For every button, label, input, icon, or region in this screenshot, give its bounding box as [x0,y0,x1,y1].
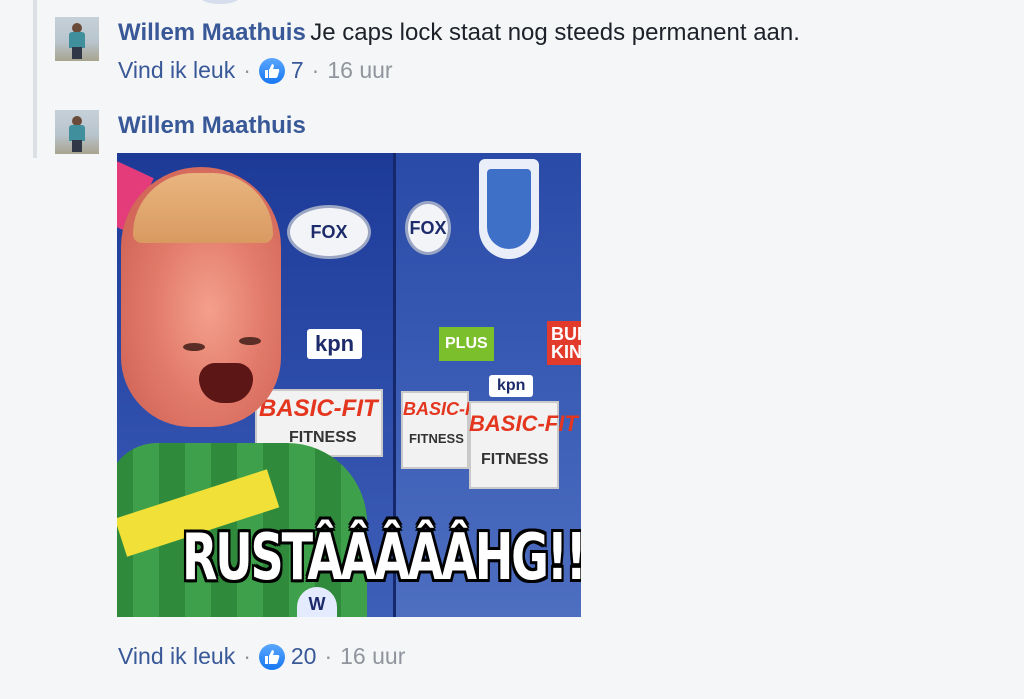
separator-dot: · [243,57,251,83]
reaction-count[interactable]: 20 [291,643,317,670]
comment-gif[interactable]: FOX FOX kpn PLUS BUR KIN kpn BASIC-FIT F… [117,153,581,617]
burger-king-sponsor-logo: BUR KIN [547,321,581,365]
player-eye [239,337,261,345]
player-face [121,167,281,427]
avatar-figure-body [69,32,85,48]
avatar-figure-body [69,125,85,141]
comment-text-line: Willem Maathuis [118,110,306,145]
plus-sponsor-logo: PLUS [439,327,494,361]
avatar[interactable] [55,17,99,61]
fitness-label: FITNESS [481,451,549,468]
previous-reaction-icon [200,0,240,4]
club-shield-inner [487,169,531,249]
separator-dot: · [324,643,333,669]
fox-sports-logo: FOX [287,205,371,259]
author-name-link[interactable]: Willem Maathuis [118,112,306,139]
comment-text: Je caps lock staat nog steeds permanent … [310,19,800,46]
avatar-figure-legs [72,47,82,59]
gif-caption: RUSTÂÂÂÂÂHG!! [181,521,581,595]
thumbs-up-icon[interactable] [258,643,285,670]
basic-fit-logo: BASIC-FIT [469,411,578,436]
author-name-link[interactable]: Willem Maathuis [118,19,306,46]
comment-text-line: Willem Maathuis Je caps lock staat nog s… [118,17,800,52]
comment-meta: Vind ik leuk · 20 · 16 uur [118,643,405,670]
player-mouth [199,363,253,403]
separator-dot: · [243,643,251,669]
fox-sports-logo: FOX [405,201,451,255]
basic-fit-logo: BASIC-FIT [259,395,378,422]
avatar[interactable] [55,110,99,154]
reaction-count[interactable]: 7 [291,57,304,84]
like-link[interactable]: Vind ik leuk [118,57,235,84]
kpn-sponsor-logo: kpn [307,329,363,359]
player-eye [183,343,205,351]
thread-line [33,0,37,158]
like-link[interactable]: Vind ik leuk [118,643,235,670]
thumbs-up-glyph [264,649,280,664]
comment-thread: Willem Maathuis Je caps lock staat nog s… [0,0,1024,699]
fitness-label: FITNESS [409,431,464,446]
comment-meta: Vind ik leuk · 7 · 16 uur [118,57,393,84]
thumbs-up-glyph [264,63,280,78]
timestamp[interactable]: 16 uur [340,643,405,670]
timestamp[interactable]: 16 uur [327,57,392,84]
kpn-sponsor-logo: kpn [489,375,534,397]
avatar-figure-legs [72,140,82,152]
separator-dot: · [311,57,320,83]
thumbs-up-icon[interactable] [258,57,285,84]
club-shield-logo [479,159,539,259]
